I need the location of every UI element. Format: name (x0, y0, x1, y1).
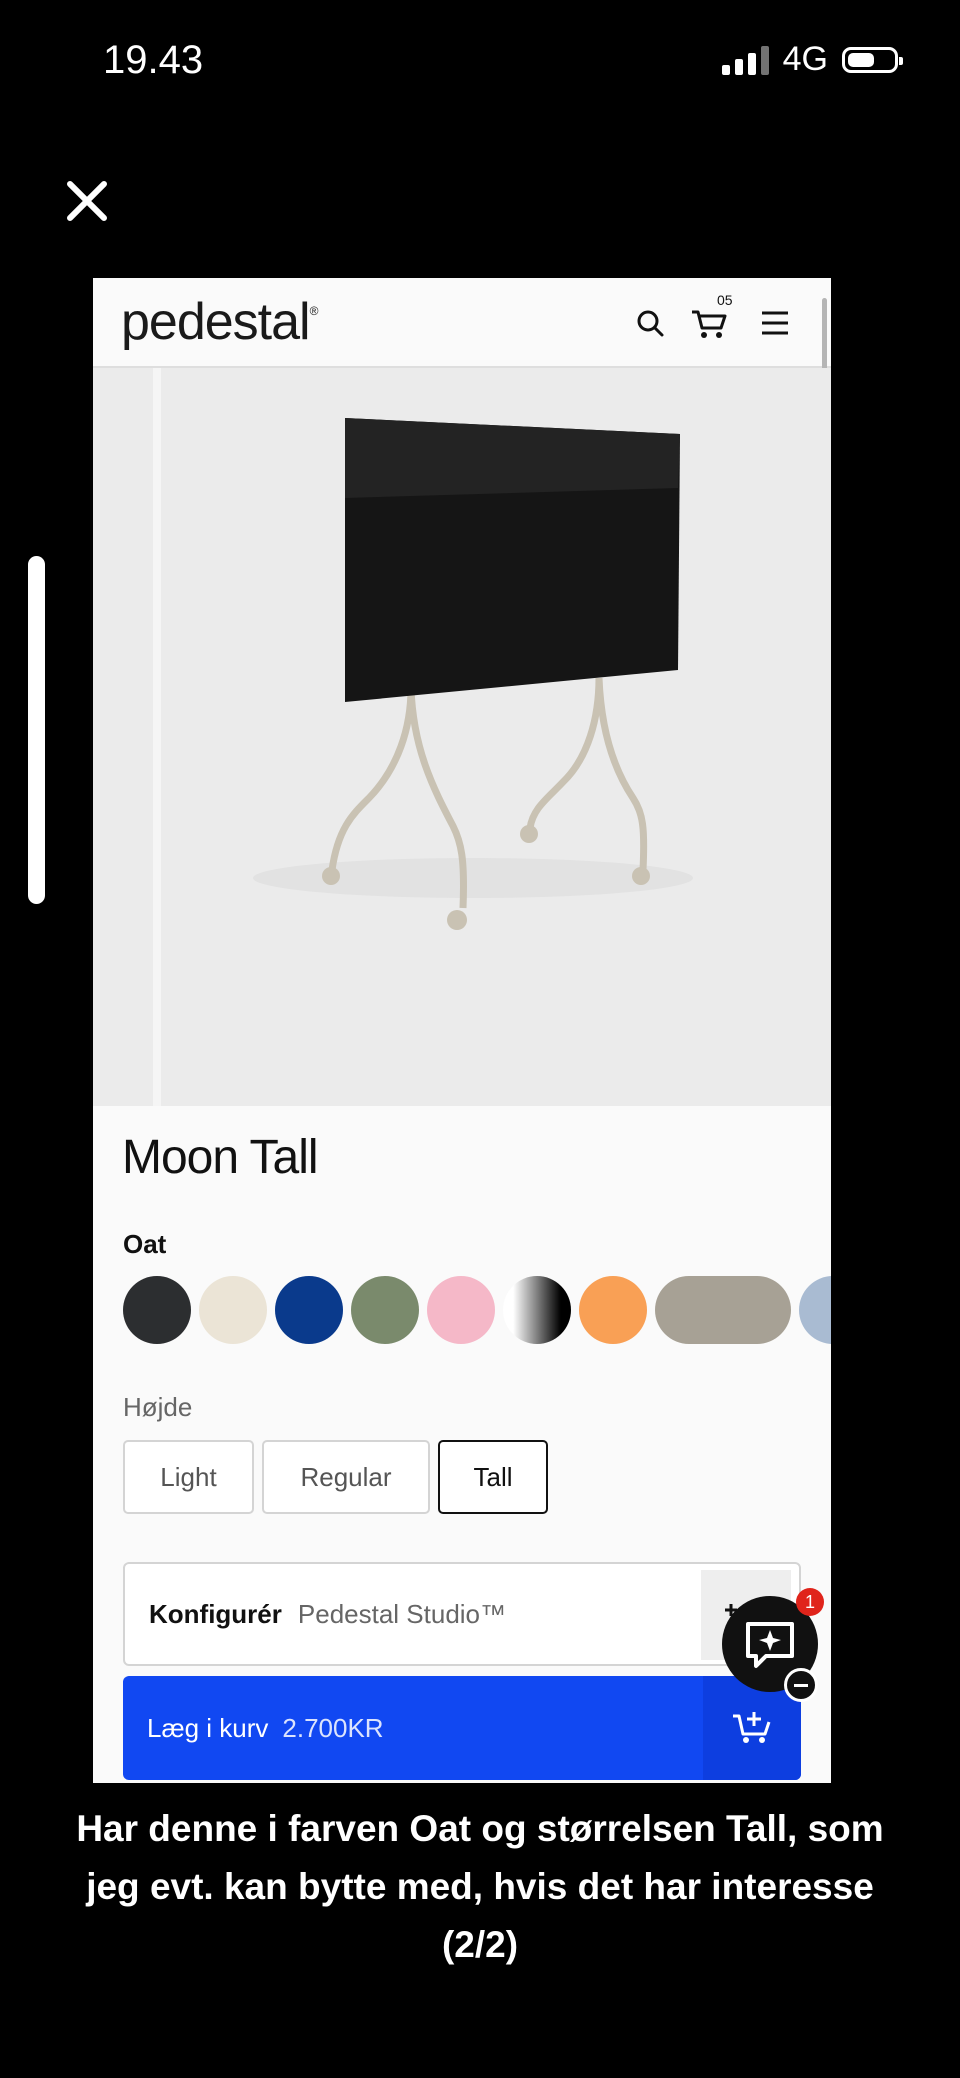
menu-icon[interactable] (760, 310, 790, 336)
signal-icon (721, 45, 769, 75)
swatch-oat[interactable] (199, 1276, 267, 1344)
swatch-green[interactable] (351, 1276, 419, 1344)
caption-line-1: Har denne i farven Oat og størrelsen Tal… (76, 1808, 884, 1849)
site-header: pedestal® 05 (93, 278, 831, 398)
add-to-cart-label: Læg i kurv (147, 1712, 269, 1743)
caption-line-2: jeg evt. kan bytte med, hvis det har int… (86, 1866, 874, 1907)
product-title: Moon Tall (122, 1131, 319, 1184)
height-options: Light Regular Tall (123, 1440, 548, 1514)
caption-line-3: (2/2) (441, 1924, 519, 1965)
configure-button[interactable]: Konfigurér Pedestal Studio™ (123, 1562, 801, 1666)
swatch-dark-grey[interactable] (123, 1276, 191, 1344)
height-option-light[interactable]: Light (123, 1440, 254, 1514)
swatch-orange[interactable] (579, 1276, 647, 1344)
site-logo[interactable]: pedestal® (121, 292, 319, 352)
story-progress-bar (28, 556, 45, 904)
chat-minimize-button[interactable] (784, 1668, 818, 1702)
height-label: Højde (123, 1392, 193, 1422)
configure-label: Konfigurér (149, 1598, 282, 1629)
image-divider (153, 368, 161, 1106)
color-swatches (123, 1276, 831, 1344)
status-indicators: 4G (721, 40, 903, 79)
height-option-tall[interactable]: Tall (438, 1440, 548, 1514)
cart-count: 05 (717, 292, 733, 308)
close-icon[interactable] (64, 178, 110, 224)
cart-icon[interactable] (690, 308, 728, 340)
story-caption: Har denne i farven Oat og størrelsen Tal… (0, 1800, 960, 1974)
selected-color-label: Oat (123, 1229, 167, 1259)
swatch-taupe[interactable] (655, 1276, 791, 1344)
add-to-cart-button[interactable]: Læg i kurv 2.700KR (123, 1676, 801, 1780)
height-option-regular[interactable]: Regular (262, 1440, 430, 1514)
chat-notification-badge: 1 (796, 1588, 824, 1616)
tv-stand-illustration (253, 418, 693, 930)
swatch-pink[interactable] (427, 1276, 495, 1344)
battery-icon (842, 46, 903, 73)
swatch-gradient[interactable] (503, 1276, 571, 1344)
logo-text: pedestal (121, 293, 311, 351)
status-time: 19.43 (103, 38, 204, 82)
price: 2.700KR (282, 1712, 384, 1743)
product-image[interactable] (93, 368, 831, 1106)
website-screenshot: pedestal® 05 Moon Tall Oat Højde Light R… (93, 278, 831, 1783)
configure-sublabel: Pedestal Studio™ (297, 1598, 507, 1629)
search-icon[interactable] (635, 308, 665, 338)
logo-mark: ® (309, 304, 319, 318)
swatch-light-blue[interactable] (799, 1276, 831, 1344)
network-type: 4G (782, 40, 828, 78)
swatch-blue[interactable] (275, 1276, 343, 1344)
